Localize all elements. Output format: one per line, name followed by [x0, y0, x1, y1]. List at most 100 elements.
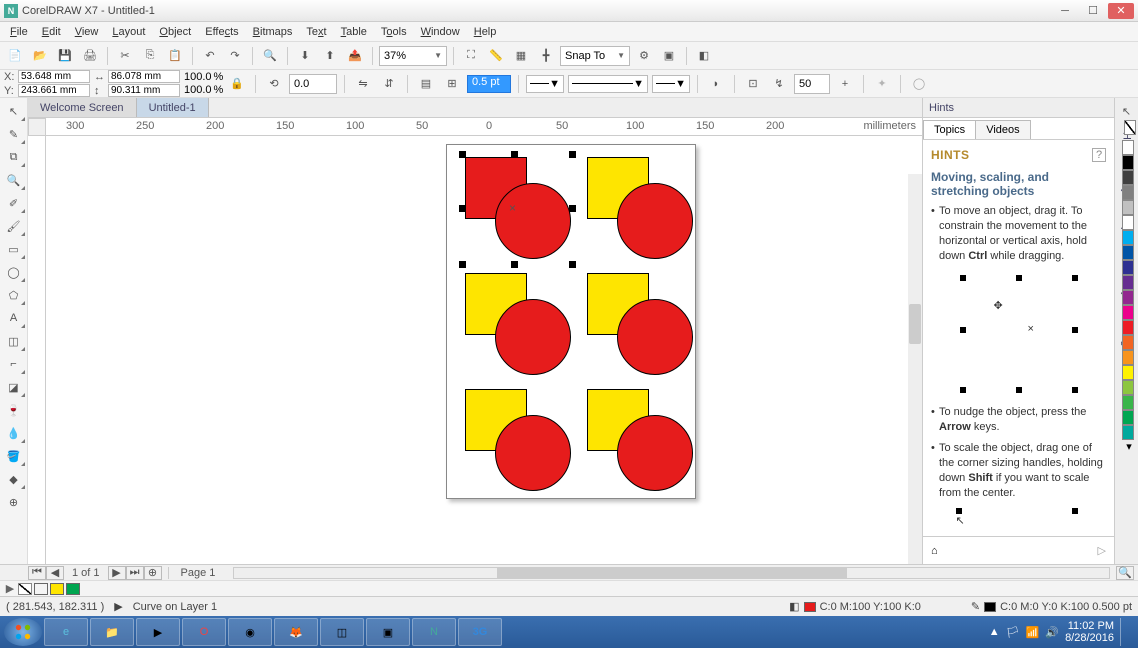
selection-handle[interactable]: [459, 151, 466, 158]
tray-show-hidden[interactable]: ▲: [989, 626, 1000, 638]
outline-width-input[interactable]: 0.5 pt: [467, 75, 511, 93]
next-page-button[interactable]: ▶: [108, 566, 126, 580]
palette-no-color[interactable]: [1122, 140, 1134, 155]
canvas[interactable]: ×: [46, 136, 922, 564]
task-coreldraw[interactable]: N: [412, 618, 456, 646]
print-button[interactable]: 🖨: [79, 45, 101, 67]
palette-swatch[interactable]: [1122, 170, 1134, 185]
first-page-button[interactable]: ⏮: [28, 566, 46, 580]
menu-view[interactable]: View: [69, 24, 105, 40]
palette-swatch[interactable]: [1122, 230, 1134, 245]
palette-swatch[interactable]: [1122, 215, 1134, 230]
menu-tools[interactable]: Tools: [375, 24, 413, 40]
palette-swatch[interactable]: [1122, 395, 1134, 410]
menu-object[interactable]: Object: [153, 24, 197, 40]
shape-tool[interactable]: ✎: [2, 123, 26, 145]
task-ie[interactable]: e: [44, 618, 88, 646]
task-explorer[interactable]: 📁: [90, 618, 134, 646]
selection-handle[interactable]: [459, 261, 466, 268]
palette-swatch[interactable]: [1122, 245, 1134, 260]
fill-swatch[interactable]: [804, 602, 816, 612]
palette-swatch[interactable]: [1122, 410, 1134, 425]
selection-handle[interactable]: [459, 205, 466, 212]
palette-swatch[interactable]: [1122, 320, 1134, 335]
ruler-vertical[interactable]: [28, 136, 46, 564]
rulers-button[interactable]: 📏: [485, 45, 507, 67]
tab-videos[interactable]: Videos: [975, 120, 1030, 139]
redo-button[interactable]: ↷: [224, 45, 246, 67]
scrollbar-thumb[interactable]: [909, 304, 921, 344]
palette-scroll-down[interactable]: ▾: [1122, 440, 1136, 453]
tab-welcome[interactable]: Welcome Screen: [28, 98, 137, 117]
menu-text[interactable]: Text: [300, 24, 332, 40]
tray-volume-icon[interactable]: 🔊: [1045, 626, 1059, 639]
color-swatch-green[interactable]: [66, 583, 80, 595]
task-firefox[interactable]: 🦊: [274, 618, 318, 646]
wrap-offset-input[interactable]: [794, 74, 830, 94]
color-swatch-red[interactable]: [34, 583, 48, 595]
copy-button[interactable]: ⎘: [139, 45, 161, 67]
freehand-tool[interactable]: ✐: [2, 192, 26, 214]
menu-bitmaps[interactable]: Bitmaps: [247, 24, 299, 40]
selection-handle[interactable]: [511, 261, 518, 268]
snap-combo[interactable]: Snap To▼: [560, 46, 630, 66]
task-opera[interactable]: O: [182, 618, 226, 646]
palette-swatch[interactable]: [1122, 350, 1134, 365]
help-icon[interactable]: ?: [1092, 148, 1106, 162]
shape-circle[interactable]: [495, 299, 571, 375]
palette-swatch[interactable]: [1122, 380, 1134, 395]
paste-button[interactable]: 📋: [164, 45, 186, 67]
menu-effects[interactable]: Effects: [199, 24, 244, 40]
task-chrome[interactable]: ◉: [228, 618, 272, 646]
dock-pick-icon[interactable]: ↖: [1116, 102, 1138, 120]
task-app1[interactable]: ◫: [320, 618, 364, 646]
selection-handle[interactable]: [569, 205, 576, 212]
fill-indicator-icon[interactable]: ◧: [789, 600, 799, 613]
x-input[interactable]: [18, 70, 90, 83]
ruler-horizontal[interactable]: 300 250 200 150 100 50 0 50 100 150 200 …: [46, 118, 922, 136]
outline-indicator-icon[interactable]: ✎: [971, 600, 980, 613]
options-button[interactable]: ⚙: [633, 45, 655, 67]
effects-button[interactable]: ✦: [871, 73, 893, 95]
menu-edit[interactable]: Edit: [36, 24, 67, 40]
save-button[interactable]: 💾: [54, 45, 76, 67]
palette-prev[interactable]: ▶: [4, 582, 16, 595]
no-color-swatch[interactable]: [18, 583, 32, 595]
ellipse-tool[interactable]: ◯: [2, 261, 26, 283]
palette-swatch[interactable]: [1122, 335, 1134, 350]
close-button[interactable]: ✕: [1108, 3, 1134, 19]
selection-handle[interactable]: [569, 151, 576, 158]
color-swatch-yellow[interactable]: [50, 583, 64, 595]
parallel-tool[interactable]: ◫: [2, 330, 26, 352]
shape-circle[interactable]: [617, 299, 693, 375]
prev-page-button[interactable]: ◀: [46, 566, 64, 580]
fullscreen-button[interactable]: ⛶: [460, 45, 482, 67]
align-button[interactable]: ⊞: [441, 73, 463, 95]
y-input[interactable]: [18, 84, 90, 97]
menu-table[interactable]: Table: [335, 24, 373, 40]
zoom-tool[interactable]: 🔍: [2, 169, 26, 191]
palette-swatch[interactable]: [1122, 365, 1134, 380]
shape-circle[interactable]: [617, 183, 693, 259]
menu-layout[interactable]: Layout: [106, 24, 151, 40]
smart-fill-tool[interactable]: ◆: [2, 468, 26, 490]
page-tab[interactable]: Page 1: [168, 567, 228, 579]
tray-clock[interactable]: 11:02 PM 8/28/2016: [1065, 620, 1114, 644]
tab-topics[interactable]: Topics: [923, 120, 976, 139]
transparency-tool[interactable]: 🍷: [2, 399, 26, 421]
cut-button[interactable]: ✂: [114, 45, 136, 67]
menu-window[interactable]: Window: [415, 24, 466, 40]
crop-tool[interactable]: ⧉: [2, 146, 26, 168]
quick-button[interactable]: ◯: [908, 73, 930, 95]
outline-swatch[interactable]: [984, 602, 996, 612]
undo-button[interactable]: ↶: [199, 45, 221, 67]
last-page-button[interactable]: ⏭: [126, 566, 144, 580]
lock-ratio-button[interactable]: 🔒: [226, 73, 248, 95]
publish-button[interactable]: 📤: [344, 45, 366, 67]
guidelines-button[interactable]: ╋: [535, 45, 557, 67]
hints-home-icon[interactable]: ⌂: [931, 545, 938, 557]
task-3g[interactable]: 3G: [458, 618, 502, 646]
tray-network-icon[interactable]: 📶: [1026, 626, 1040, 639]
palette-swatch[interactable]: [1124, 120, 1136, 135]
app-button[interactable]: ◧: [693, 45, 715, 67]
